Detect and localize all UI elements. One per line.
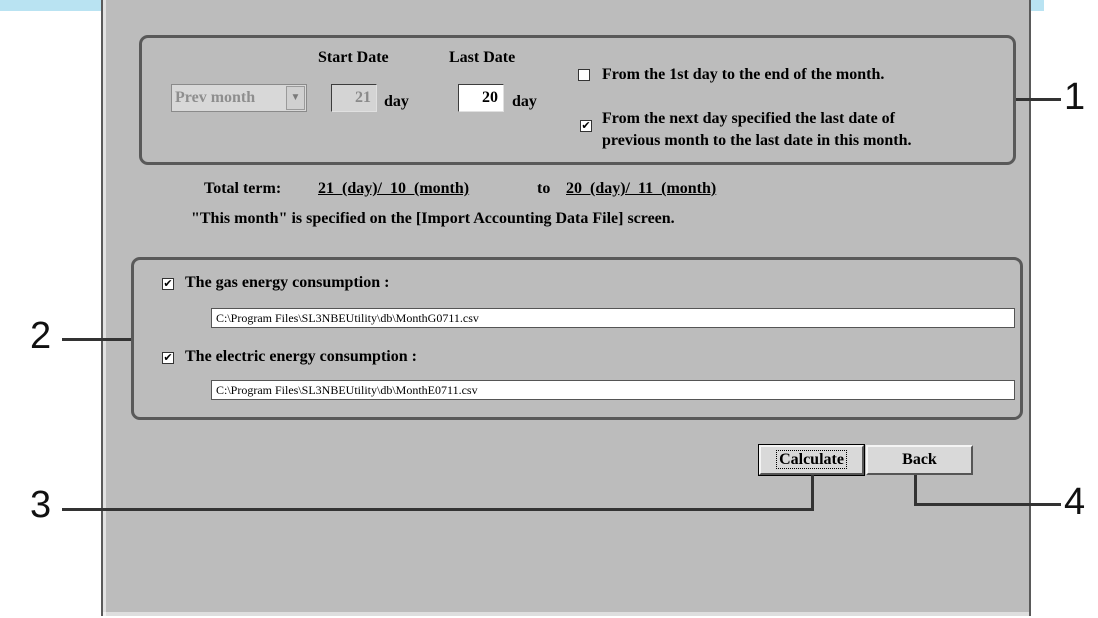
chevron-down-icon[interactable]: ▼ — [286, 86, 305, 110]
start-day-unit: day — [384, 93, 409, 110]
term-start: 21 (day)/ 10 (month) — [318, 180, 470, 197]
callout-3-line-v — [811, 475, 814, 511]
callout-4-line-v — [914, 475, 917, 506]
callout-1: 1 — [1064, 76, 1086, 118]
last-day-input[interactable]: 20 — [458, 84, 504, 112]
callout-3-line-h — [62, 508, 814, 511]
month-select-value: Prev month — [175, 89, 256, 106]
calculate-button[interactable]: Calculate — [758, 444, 865, 476]
next-day-label-line1: From the next day specified the last dat… — [602, 110, 895, 127]
term-end: 20 (day)/ 11 (month) — [566, 180, 717, 197]
last-day-unit: day — [512, 93, 537, 110]
start-day-input[interactable]: 21 — [331, 84, 377, 112]
callout-1-line — [1016, 98, 1061, 101]
full-month-label: From the 1st day to the end of the month… — [602, 66, 885, 83]
callout-2: 2 — [30, 315, 52, 357]
callout-3: 3 — [30, 484, 52, 526]
start-date-header: Start Date — [318, 49, 389, 66]
gas-checkbox[interactable]: ✔ — [162, 278, 174, 290]
next-day-label-line2: previous month to the last date in this … — [602, 132, 912, 149]
electric-file-path-input[interactable]: C:\Program Files\SL3NBEUtility\db\MonthE… — [211, 380, 1015, 400]
this-month-note: "This month" is specified on the [Import… — [191, 210, 675, 227]
callout-2-line — [62, 338, 131, 341]
term-to: to — [537, 180, 551, 197]
last-date-header: Last Date — [449, 49, 516, 66]
month-select[interactable]: Prev month ▼ — [171, 84, 307, 112]
full-month-checkbox[interactable] — [578, 69, 590, 81]
electric-checkbox[interactable]: ✔ — [162, 352, 174, 364]
electric-label: The electric energy consumption : — [185, 348, 417, 365]
back-button[interactable]: Back — [866, 445, 973, 475]
gas-file-path-input[interactable]: C:\Program Files\SL3NBEUtility\db\MonthG… — [211, 308, 1015, 328]
gas-label: The gas energy consumption : — [185, 274, 390, 291]
callout-4: 4 — [1064, 481, 1086, 523]
total-term-label: Total term: — [204, 180, 282, 197]
callout-4-line-h — [914, 503, 1061, 506]
next-day-checkbox[interactable]: ✔ — [580, 120, 592, 132]
calculate-label: Calculate — [776, 450, 847, 469]
